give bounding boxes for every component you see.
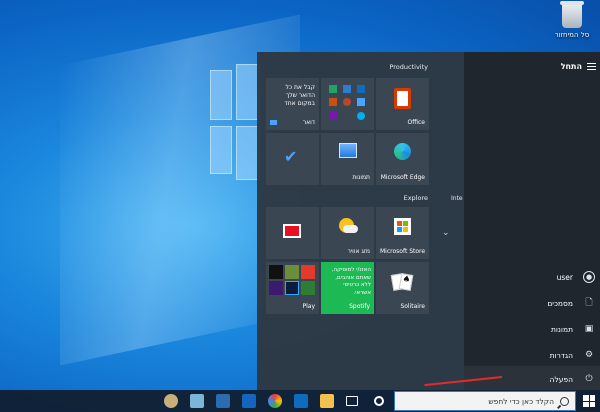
start-title: התחל [560, 62, 582, 71]
nav-power-label: הפעלה [549, 374, 573, 384]
nav-documents-label: מסמכים [547, 298, 573, 308]
mail-taskbar-icon[interactable] [294, 394, 308, 408]
edge-icon [394, 143, 411, 160]
pinned-app-icon[interactable] [242, 394, 256, 408]
word-icon [343, 85, 351, 93]
tile-mail-label: דואר [302, 119, 315, 126]
tile-play-label: Play [302, 303, 315, 310]
start-nav-panel: Inte התחל user ● מסמכים 🗋 תמונות ▣ הגדרו… [451, 52, 600, 392]
hamburger-menu-icon[interactable] [587, 63, 596, 70]
tile-office[interactable]: Office [376, 78, 429, 130]
tile-solitaire[interactable]: ♠ Solitaire [376, 262, 429, 314]
tile-news[interactable] [266, 207, 319, 259]
tile-play-folder[interactable]: Play [266, 262, 319, 314]
search-placeholder: הקלד כאן כדי לחפש [488, 396, 554, 406]
tile-spotify[interactable]: האזנ/י למוסיקה, שאתם אוהבים, ללא כרטיסי … [321, 262, 374, 314]
tile-mail[interactable]: קבל את כל הדואר שלך במקום אחד דואר [266, 78, 319, 130]
nav-pictures-label: תמונות [550, 324, 573, 334]
tile-weather[interactable]: מזג אוויר [321, 207, 374, 259]
nav-user[interactable]: user ● [464, 264, 600, 290]
photos-icon [339, 143, 357, 158]
chevron-down-icon[interactable]: ⌄ [442, 228, 450, 238]
xbox-icon [301, 281, 315, 295]
tile-photos[interactable]: תמונות [321, 133, 374, 185]
store-icon [394, 218, 411, 235]
start-menu: Productivity קבל את כל הדואר שלך במקום א… [257, 52, 600, 392]
office-logo-icon [394, 88, 411, 109]
news-icon [283, 224, 301, 238]
cortana-icon[interactable] [374, 396, 384, 406]
task-view-icon[interactable] [346, 396, 358, 406]
tile-store[interactable]: Microsoft Store [376, 207, 429, 259]
gear-icon: ⚙ [584, 350, 594, 360]
mail-tile-text: קבל את כל הדואר שלך במקום אחד [284, 84, 315, 107]
prime-video-icon [269, 281, 283, 295]
tile-spotify-label: Spotify [349, 303, 370, 310]
nav-pictures[interactable]: תמונות ▣ [464, 316, 600, 342]
nav-settings[interactable]: הגדרות ⚙ [464, 342, 600, 368]
outlook-icon [357, 85, 365, 93]
spade-card-icon: ♠ [398, 273, 414, 291]
taskbar: הקלד כאן כדי לחפש [0, 390, 600, 412]
file-explorer-icon[interactable] [320, 394, 334, 408]
chrome-icon[interactable] [268, 394, 282, 408]
roblox-icon [301, 265, 315, 279]
weather-cloud-icon [343, 225, 358, 233]
tile-photos-label: תמונות [352, 174, 370, 181]
picture-icon: ▣ [584, 324, 594, 334]
spotify-tile-text: האזנ/י למוסיקה, שאתם אוהבים, ללא כרטיסי … [331, 267, 371, 296]
game-icon [285, 265, 299, 279]
tile-store-label: Microsoft Store [380, 248, 425, 255]
tile-office-label: Office [407, 119, 425, 126]
tile-todo[interactable]: ✔ [266, 133, 319, 185]
powerpoint-icon [329, 98, 337, 106]
search-icon [560, 396, 569, 406]
recycle-bin-desktop-icon[interactable]: סל המיחזור [550, 1, 594, 39]
group-explore: Explore [403, 194, 428, 202]
office-icon [343, 98, 351, 106]
photoshop-icon [285, 281, 299, 295]
taskbar-search-box[interactable]: הקלד כאן כדי לחפש [394, 391, 576, 411]
group-inte-truncated: Inte [451, 195, 463, 202]
wallpaper-window-logo [210, 64, 260, 310]
tile-solitaire-label: Solitaire [400, 303, 425, 310]
mail-icon [270, 120, 277, 125]
nav-settings-label: הגדרות [549, 350, 573, 360]
pinned-app-icon[interactable] [164, 394, 178, 408]
power-icon: ⏻ [585, 374, 593, 384]
skype-icon [357, 112, 365, 120]
pinned-app-icon[interactable] [190, 394, 204, 408]
tile-edge-label: Microsoft Edge [380, 174, 425, 181]
user-icon: ● [583, 271, 595, 283]
tile-weather-label: מזג אוויר [347, 248, 370, 255]
tile-edge[interactable]: Microsoft Edge [376, 133, 429, 185]
onenote-icon [329, 112, 337, 120]
group-productivity: Productivity [389, 63, 428, 71]
windows-start-button[interactable] [583, 395, 595, 407]
tiktok-icon [269, 265, 283, 279]
recycle-bin-label: סל המיחזור [554, 31, 590, 39]
tiles-panel: Productivity קבל את כל הדואר שלך במקום א… [257, 52, 464, 390]
checkmark-icon: ✔ [284, 147, 298, 166]
tile-office-apps-folder[interactable] [321, 78, 374, 130]
recycle-bin-icon [560, 1, 584, 28]
onedrive-icon [357, 98, 365, 106]
document-icon: 🗋 [585, 298, 593, 308]
nav-user-label: user [556, 272, 573, 282]
excel-icon [329, 85, 337, 93]
nav-documents[interactable]: מסמכים 🗋 [464, 290, 600, 316]
photos-taskbar-icon[interactable] [216, 394, 230, 408]
